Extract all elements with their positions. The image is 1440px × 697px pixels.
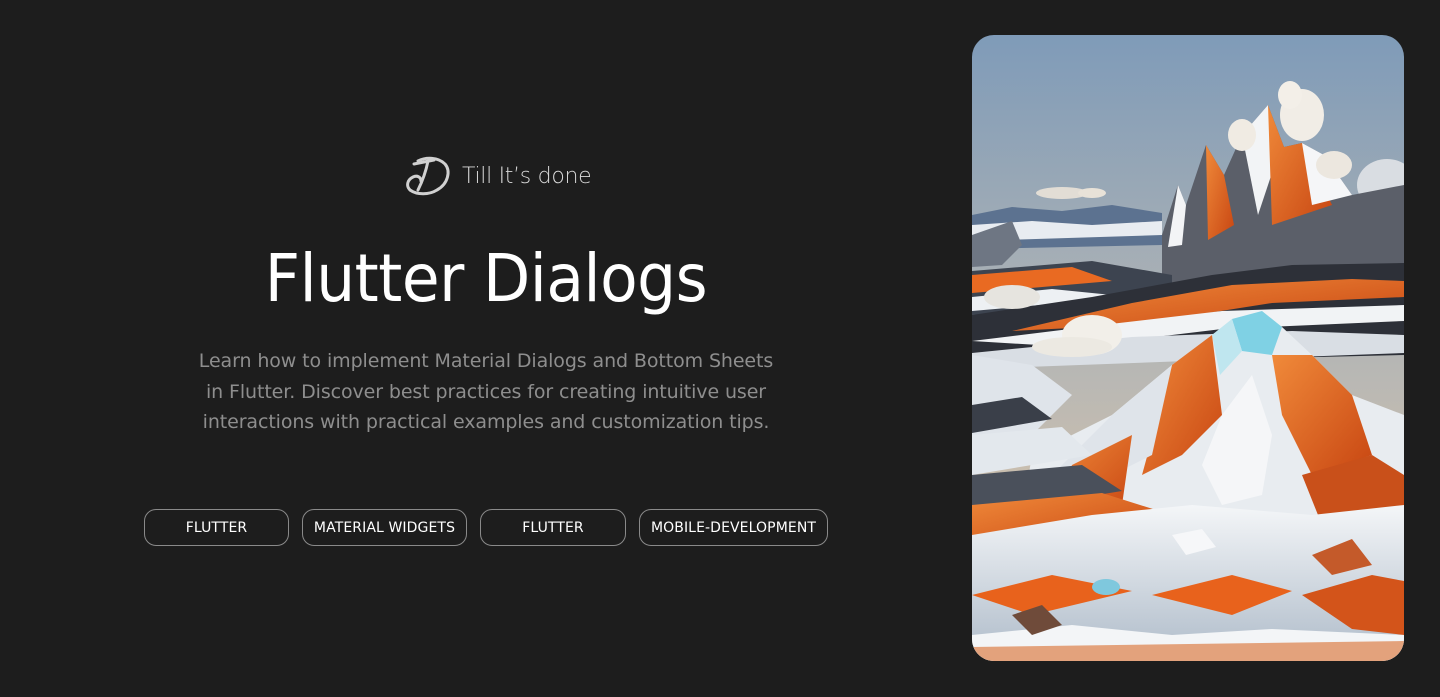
mountain-landscape-illustration xyxy=(972,35,1404,661)
tag-flutter[interactable]: FLUTTER xyxy=(144,509,289,546)
brand-link[interactable]: Till It’s done xyxy=(404,155,592,197)
tag-material-widgets[interactable]: MATERIAL WIDGETS xyxy=(302,509,467,546)
post-hero-section: Till It’s done Flutter Dialogs Learn how… xyxy=(0,0,1440,697)
cover-image xyxy=(972,35,1404,661)
post-description: Learn how to implement Material Dialogs … xyxy=(198,350,774,433)
tag-list: FLUTTER MATERIAL WIDGETS FLUTTER MOBILE-… xyxy=(0,509,972,546)
post-intro: Till It’s done Flutter Dialogs Learn how… xyxy=(0,0,972,697)
tag-flutter[interactable]: FLUTTER xyxy=(480,509,626,546)
page-title: Flutter Dialogs xyxy=(264,240,708,317)
brand-name: Till It’s done xyxy=(462,163,592,189)
tag-mobile-development[interactable]: MOBILE-DEVELOPMENT xyxy=(639,509,828,546)
td-monogram-logo-icon xyxy=(406,156,450,196)
